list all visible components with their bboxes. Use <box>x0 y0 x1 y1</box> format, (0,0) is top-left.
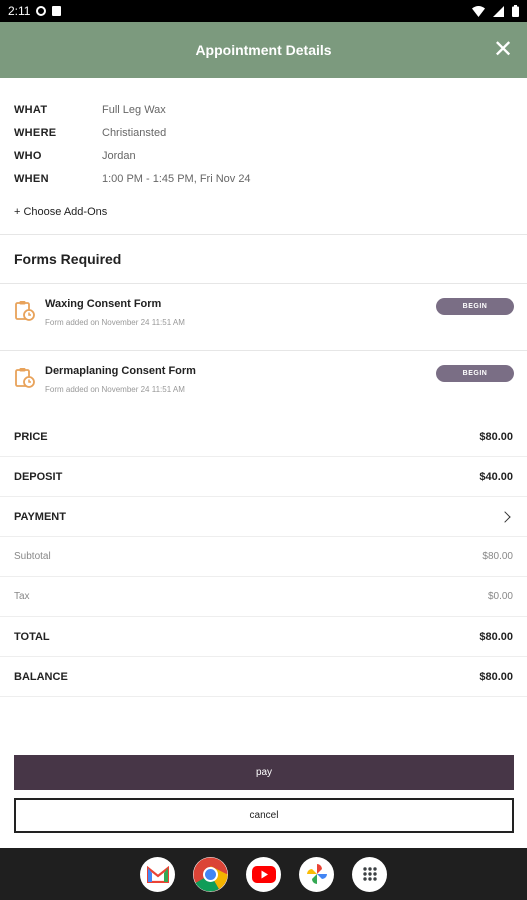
deposit-label: DEPOSIT <box>14 470 63 483</box>
begin-button[interactable]: BEGIN <box>436 365 514 382</box>
apps-icon[interactable] <box>352 856 387 892</box>
detail-value: Jordan <box>102 149 136 162</box>
status-bar: 2:11 <box>0 0 527 22</box>
begin-button[interactable]: BEGIN <box>436 298 514 315</box>
gmail-icon[interactable] <box>140 856 175 892</box>
subtotal-label: Subtotal <box>14 551 51 562</box>
chrome-icon[interactable] <box>193 856 228 892</box>
close-icon[interactable]: ✕ <box>491 38 515 62</box>
detail-label: WHO <box>14 149 42 162</box>
choose-add-ons-link[interactable]: + Choose Add-Ons <box>14 202 513 222</box>
detail-label: WHAT <box>14 103 48 116</box>
total-value: $80.00 <box>479 630 513 643</box>
app-header: Appointment Details ✕ <box>0 22 527 78</box>
form-subtitle: Form added on November 24 11:51 AM <box>45 318 185 327</box>
chevron-right-icon <box>499 510 511 523</box>
detail-label: WHERE <box>14 126 57 139</box>
form-item-dermaplaning: Dermaplaning Consent Form Form added on … <box>0 351 527 417</box>
forms-required-title: Forms Required <box>14 251 122 267</box>
battery-icon <box>512 5 519 17</box>
cancel-button[interactable]: cancel <box>14 798 514 833</box>
payment-label: PAYMENT <box>14 510 66 523</box>
photos-icon[interactable] <box>299 856 334 892</box>
tax-value: $0.00 <box>487 591 513 602</box>
detail-value: 1:00 PM - 1:45 PM, Fri Nov 24 <box>102 172 251 185</box>
tax-label: Tax <box>14 591 30 602</box>
clipboard-clock-icon <box>15 368 35 388</box>
appointment-content: WHAT Full Leg Wax WHERE Christiansted WH… <box>0 78 527 848</box>
price-row: PRICE $80.00 <box>0 417 527 457</box>
balance-value: $80.00 <box>479 670 513 683</box>
sim-card-icon <box>52 6 62 16</box>
form-text: Dermaplaning Consent Form Form added on … <box>45 365 196 394</box>
clipboard-clock-icon <box>15 301 35 321</box>
form-item-waxing: Waxing Consent Form Form added on Novemb… <box>0 284 527 350</box>
form-name: Waxing Consent Form <box>45 298 162 310</box>
pay-button[interactable]: pay <box>14 755 514 790</box>
appointment-details: WHAT Full Leg Wax WHERE Christiansted WH… <box>0 78 527 222</box>
app-dock <box>0 848 527 900</box>
total-label: TOTAL <box>14 630 50 643</box>
payment-row[interactable]: PAYMENT <box>0 497 527 537</box>
detail-row-when: WHEN 1:00 PM - 1:45 PM, Fri Nov 24 <box>14 167 513 190</box>
balance-label: BALANCE <box>14 670 68 683</box>
detail-value: Christiansted <box>102 126 167 139</box>
balance-row: BALANCE $80.00 <box>0 657 527 697</box>
tax-row: Tax $0.00 <box>0 577 527 617</box>
detail-row-what: WHAT Full Leg Wax <box>14 98 513 121</box>
price-label: PRICE <box>14 430 48 443</box>
deposit-value: $40.00 <box>479 470 513 483</box>
detail-row-who: WHO Jordan <box>14 144 513 167</box>
subtotal-row: Subtotal $80.00 <box>0 537 527 577</box>
page-title: Appointment Details <box>195 42 332 58</box>
total-row: TOTAL $80.00 <box>0 617 527 657</box>
form-subtitle: Form added on November 24 11:51 AM <box>45 385 185 394</box>
deposit-row: DEPOSIT $40.00 <box>0 457 527 497</box>
detail-value: Full Leg Wax <box>102 103 166 116</box>
youtube-icon[interactable] <box>246 856 281 892</box>
signal-icon <box>493 5 504 17</box>
sync-icon <box>36 6 47 16</box>
form-name: Dermaplaning Consent Form <box>45 365 196 377</box>
form-text: Waxing Consent Form Form added on Novemb… <box>45 298 185 327</box>
detail-row-where: WHERE Christiansted <box>14 121 513 144</box>
price-value: $80.00 <box>479 430 513 443</box>
wifi-icon <box>472 5 485 17</box>
status-time: 2:11 <box>8 4 31 18</box>
subtotal-value: $80.00 <box>482 551 513 562</box>
detail-label: WHEN <box>14 172 49 185</box>
